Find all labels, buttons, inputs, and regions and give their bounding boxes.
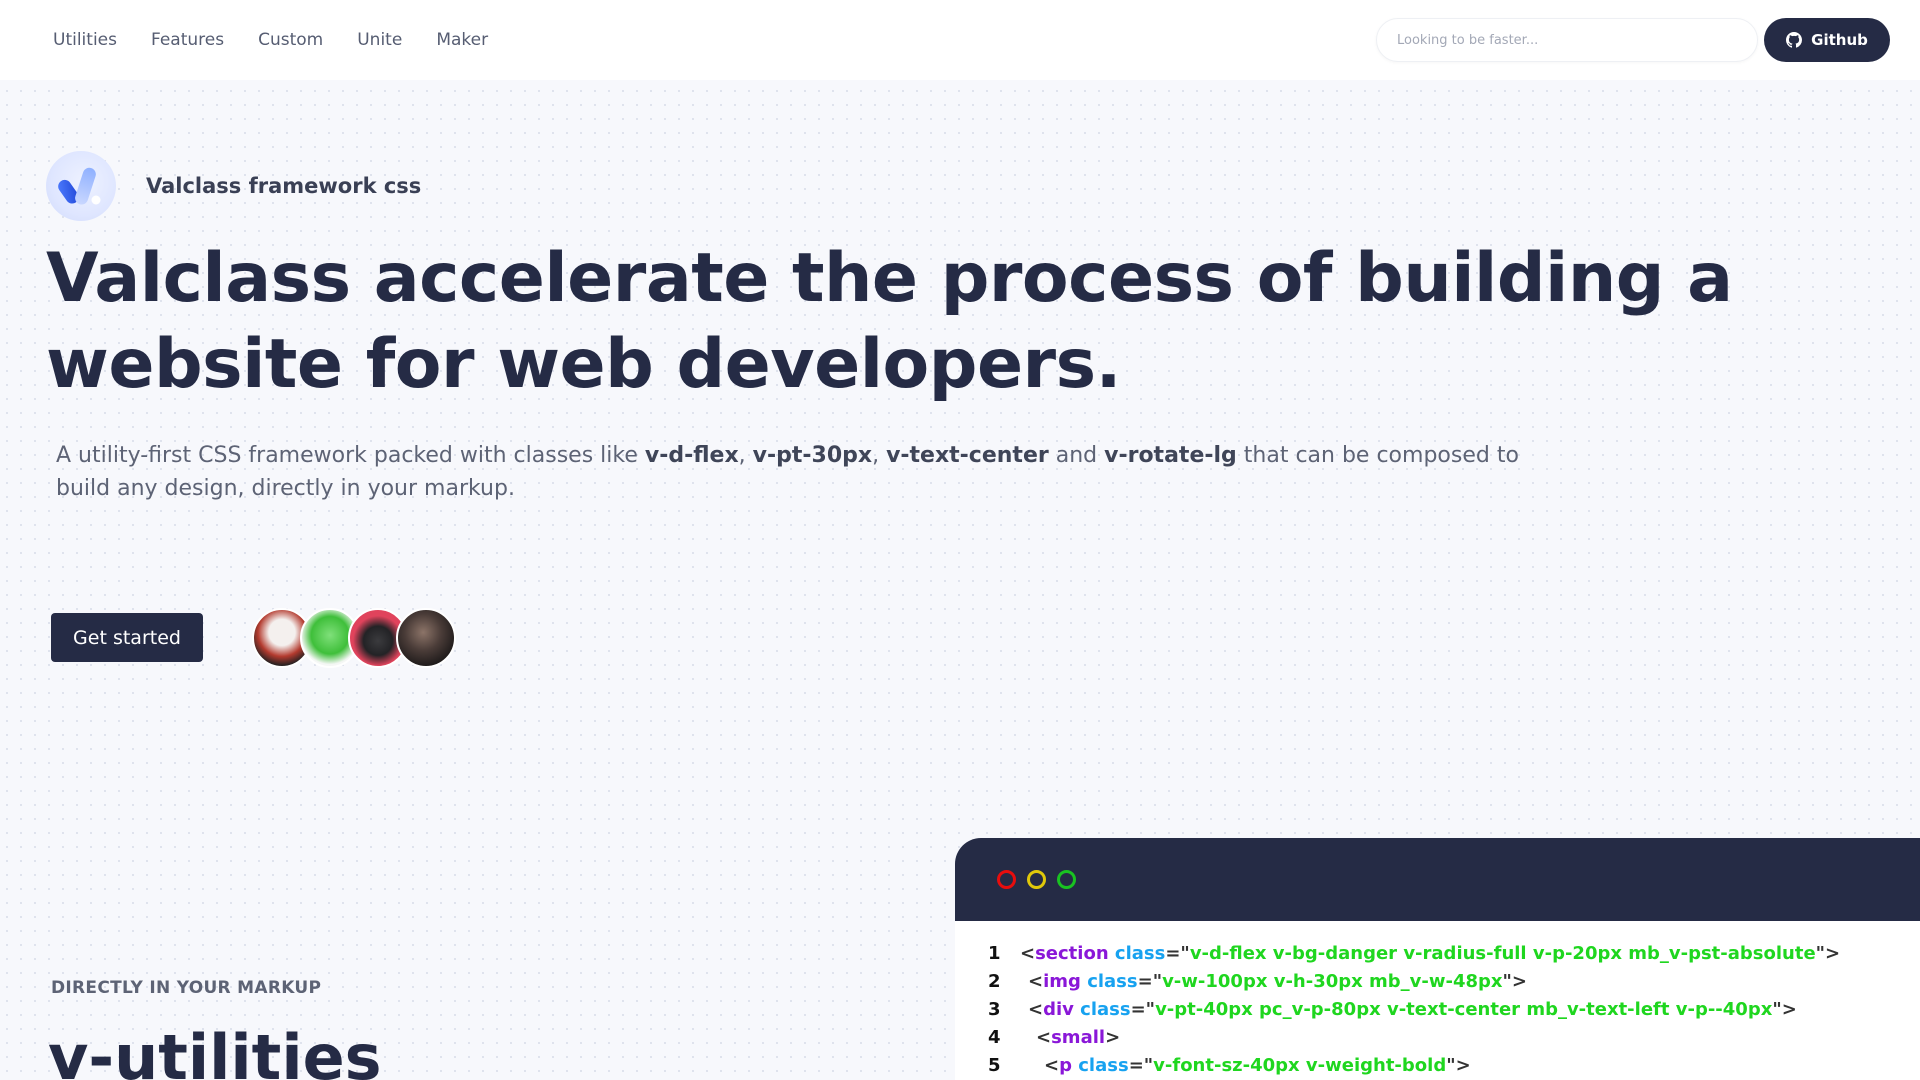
line-number: 5	[988, 1054, 1001, 1076]
get-started-button[interactable]: Get started	[51, 613, 203, 662]
headline-line-2: website for web developers.	[46, 325, 1121, 404]
top-navbar: Utilities Features Custom Unite Maker Gi…	[0, 0, 1920, 80]
code-line: 5 <p class="v-font-sz-40px v-weight-bold…	[955, 1051, 1920, 1079]
keyword-v-text-center: v-text-center	[886, 443, 1049, 468]
code-content: <img class="v-w-100px v-h-30px mb_v-w-48…	[1028, 970, 1527, 992]
keyword-v-pt-30px: v-pt-30px	[752, 443, 873, 468]
headline-line-1: Valclass accelerate the process of build…	[46, 239, 1733, 318]
hero-description: A utility-first CSS framework packed wit…	[56, 439, 1556, 505]
nav-link-maker[interactable]: Maker	[436, 30, 488, 50]
code-line: 4 <small>	[955, 1023, 1920, 1051]
section-title: v-utilities	[48, 1021, 382, 1080]
nav-links: Utilities Features Custom Unite Maker	[53, 30, 522, 50]
code-content: <section class="v-d-flex v-bg-danger v-r…	[1020, 942, 1841, 964]
brand-name: Valclass framework css	[146, 174, 422, 198]
window-minimize-dot-icon	[1027, 870, 1046, 889]
github-button[interactable]: Github	[1764, 18, 1890, 62]
code-line: 1 <section class="v-d-flex v-bg-danger v…	[955, 939, 1920, 967]
code-line: 2 <img class="v-w-100px v-h-30px mb_v-w-…	[955, 967, 1920, 995]
keyword-v-rotate-lg: v-rotate-lg	[1104, 443, 1237, 468]
avatar[interactable]	[396, 608, 456, 668]
window-close-dot-icon	[997, 870, 1016, 889]
keyword-v-d-flex: v-d-flex	[644, 443, 739, 468]
code-line: 3 <div class="v-pt-40px pc_v-p-80px v-te…	[955, 995, 1920, 1023]
github-button-label: Github	[1811, 31, 1868, 49]
code-window: 1 <section class="v-d-flex v-bg-danger v…	[955, 838, 1920, 1080]
code-content: <small>	[1036, 1026, 1121, 1048]
section-kicker: DIRECTLY IN YOUR MARKUP	[51, 978, 322, 998]
desc-part-1: A utility-first CSS framework packed wit…	[56, 443, 645, 468]
github-icon	[1786, 32, 1803, 48]
nav-link-utilities[interactable]: Utilities	[53, 30, 117, 50]
line-number: 2	[988, 970, 1001, 992]
code-body: 1 <section class="v-d-flex v-bg-danger v…	[955, 921, 1920, 1080]
desc-separator: ,	[872, 443, 887, 468]
contributor-avatars	[252, 608, 456, 668]
line-number: 4	[988, 1026, 1001, 1048]
code-content: <div class="v-pt-40px pc_v-p-80px v-text…	[1028, 998, 1797, 1020]
line-number: 1	[988, 942, 1001, 964]
code-content: <p class="v-font-sz-40px v-weight-bold">	[1044, 1054, 1471, 1076]
nav-link-features[interactable]: Features	[151, 30, 224, 50]
desc-separator: and	[1048, 443, 1105, 468]
logo-mark	[58, 167, 101, 205]
nav-link-custom[interactable]: Custom	[258, 30, 323, 50]
valclass-logo-icon	[46, 151, 116, 221]
brand-row: Valclass framework css	[46, 151, 421, 221]
window-maximize-dot-icon	[1057, 870, 1076, 889]
line-number: 3	[988, 998, 1001, 1020]
desc-separator: ,	[738, 443, 753, 468]
code-window-titlebar	[955, 838, 1920, 921]
nav-link-unite[interactable]: Unite	[357, 30, 402, 50]
search-input[interactable]	[1376, 18, 1758, 62]
hero-headline: Valclass accelerate the process of build…	[46, 236, 1746, 408]
